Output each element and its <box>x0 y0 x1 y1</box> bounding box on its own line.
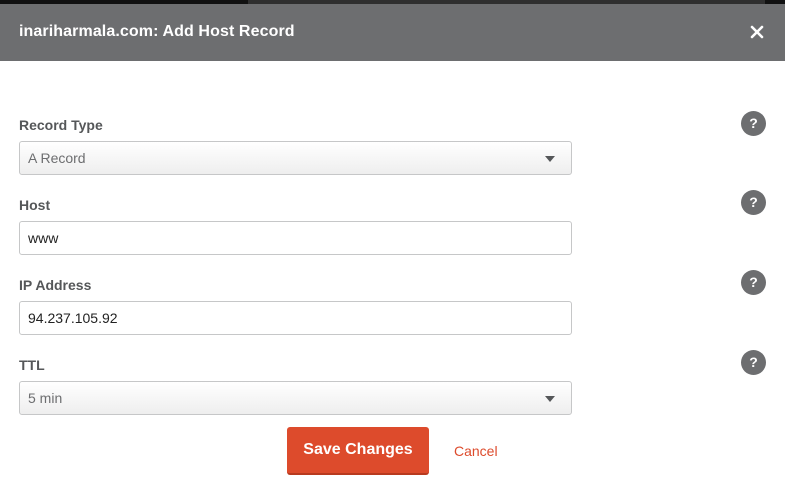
ttl-help-icon[interactable]: ? <box>741 350 766 375</box>
ip-address-input-value: 94.237.105.92 <box>28 310 118 326</box>
chevron-down-icon <box>545 156 555 162</box>
ip-address-label: IP Address <box>19 277 92 293</box>
save-changes-button[interactable]: Save Changes <box>287 427 429 475</box>
host-label: Host <box>19 197 51 213</box>
host-help-icon[interactable]: ? <box>741 190 766 215</box>
record-type-label: Record Type <box>19 117 103 133</box>
cancel-link[interactable]: Cancel <box>454 443 498 459</box>
record-type-selected-value: A Record <box>28 150 86 166</box>
chevron-down-icon <box>545 396 555 402</box>
close-icon-graphic <box>750 25 764 39</box>
ttl-select[interactable]: 5 min <box>19 381 572 415</box>
host-input[interactable]: www <box>19 221 572 255</box>
ip-address-help-icon[interactable]: ? <box>741 270 766 295</box>
record-type-help-icon[interactable]: ? <box>741 111 766 136</box>
close-icon[interactable] <box>749 24 765 40</box>
dialog-header: inariharmala.com: Add Host Record <box>0 4 785 61</box>
add-host-record-dialog: inariharmala.com: Add Host Record Record… <box>0 0 785 491</box>
ttl-selected-value: 5 min <box>28 390 63 406</box>
dialog-title: inariharmala.com: Add Host Record <box>19 23 295 40</box>
ttl-label: TTL <box>19 357 45 373</box>
host-input-value: www <box>28 230 59 246</box>
ip-address-input[interactable]: 94.237.105.92 <box>19 301 572 335</box>
record-type-select[interactable]: A Record <box>19 141 572 175</box>
